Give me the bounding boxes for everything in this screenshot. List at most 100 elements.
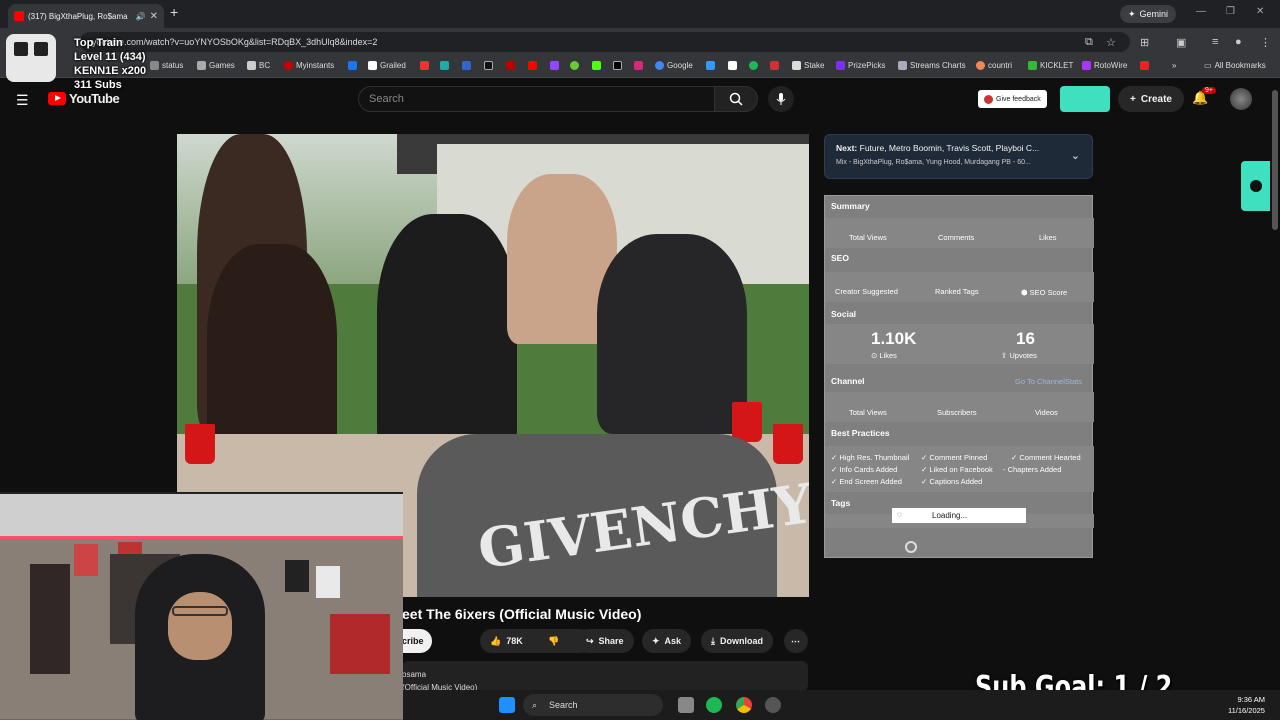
page-scrollbar[interactable] (1272, 90, 1278, 230)
bookmarks-bar: status Games BC Myinstants Grailed Googl… (0, 56, 1280, 78)
bookmark-icon-2[interactable] (440, 61, 449, 70)
bookmark-icon-6[interactable] (706, 61, 715, 70)
youtube-logo-text: YouTube (69, 91, 120, 106)
chrome-icon[interactable] (736, 697, 752, 713)
close-tab-icon[interactable]: ✕ (150, 11, 158, 22)
bookmark-prizepicks[interactable]: PrizePicks (836, 61, 885, 70)
bookmark-bc[interactable]: BC (247, 61, 270, 70)
maximize-icon[interactable]: ❐ (1226, 6, 1235, 17)
social-likes-label: ⊙ Likes (871, 351, 897, 360)
bookmark-spotify-icon[interactable] (749, 61, 758, 70)
bookmark-streams-charts[interactable]: Streams Charts (898, 61, 966, 70)
bookmark-myinstants[interactable]: Myinstants (284, 61, 334, 70)
browser-tab[interactable]: (317) BigXthaPlug, Ro$ama 🔊 ✕ (8, 4, 164, 28)
search-button[interactable] (714, 86, 758, 112)
go-to-channel-link[interactable]: Go To ChannelStats (1015, 377, 1082, 386)
obs-icon[interactable] (765, 697, 781, 713)
subscribers-label: Subscribers (937, 408, 977, 417)
new-tab-button[interactable]: + (170, 4, 178, 20)
close-window-icon[interactable]: ✕ (1256, 6, 1264, 17)
bookmark-countri[interactable]: countri (976, 61, 1012, 70)
menu-dots-icon[interactable]: ⋮ (1260, 36, 1271, 49)
feedback-icon (984, 94, 993, 104)
gemini-button[interactable]: ✦ Gemini (1120, 5, 1177, 23)
download-button[interactable]: ⤓ Download (701, 629, 773, 653)
clock-date: 11/16/2025 (1228, 706, 1265, 715)
bookmark-twitch-icon[interactable] (550, 61, 559, 70)
bookmark-icon-1[interactable] (420, 61, 429, 70)
bookmark-kick-icon[interactable] (592, 61, 601, 70)
give-feedback-button[interactable]: Give feedback (978, 90, 1047, 108)
bookmark-rotowire[interactable]: RotoWire (1082, 61, 1127, 70)
dislike-button[interactable]: 👎 (540, 629, 570, 653)
webcam-red-furniture (330, 614, 390, 674)
bookmark-status[interactable]: status (150, 61, 183, 70)
bookmark-grailed[interactable]: Grailed (368, 61, 406, 70)
bookmark-icon-7[interactable] (1140, 61, 1149, 70)
playlist-icon[interactable]: ≡ (1212, 36, 1218, 48)
chevron-down-icon[interactable]: ⌄ (1071, 149, 1080, 162)
youtube-logo[interactable]: YouTube (48, 91, 120, 106)
ask-button[interactable]: ✦ Ask (642, 629, 692, 653)
bookmark-facebook[interactable] (348, 61, 357, 70)
taskbar-search[interactable]: ⌕ Search (523, 694, 663, 716)
description-box[interactable]: osama (Official Music Video) (402, 661, 808, 692)
voice-search-button[interactable] (768, 86, 794, 112)
extensions-icon[interactable]: ⊞ (1140, 36, 1149, 49)
upvote-icon: ⇧ (1001, 351, 1008, 360)
search-input[interactable]: Search (358, 86, 715, 112)
webcam-glasses (172, 606, 228, 616)
bookmark-google[interactable]: Google (655, 61, 693, 70)
task-view-icon[interactable] (678, 697, 694, 713)
share-button[interactable]: ↪ Share (576, 629, 634, 653)
bookmark-stake[interactable]: Stake (792, 61, 824, 70)
red-cup (185, 424, 215, 464)
more-bookmarks-icon[interactable]: » (1172, 61, 1176, 70)
more-actions-button[interactable]: ⋯ (784, 629, 808, 653)
next-label: Next: (836, 143, 858, 153)
next-subtitle: Mix - BigXthaPlug, Ro$ama, Yung Hood, Mu… (836, 159, 1031, 166)
webcam-poster (316, 566, 340, 598)
ask-label: Ask (664, 636, 682, 646)
bookmark-instagram-icon[interactable] (634, 61, 643, 70)
subscribe-button[interactable]: cribe (402, 629, 432, 653)
windows-taskbar: ⌕ Search 9:36 AM 11/16/2025 (403, 690, 1280, 720)
hamburger-menu-icon[interactable]: ☰ (16, 92, 29, 109)
plus-icon: + (1130, 93, 1136, 105)
avatar[interactable] (1230, 88, 1252, 110)
more-dots-icon: ⋯ (791, 635, 800, 646)
address-bar[interactable]: youtube.com/watch?v=uoYNYOSbOKg&list=RDq… (80, 32, 1130, 52)
bookmark-star-icon[interactable]: ☆ (1106, 36, 1116, 49)
videos-label: Videos (1035, 408, 1058, 417)
screenshot-icon[interactable]: ⧉ (1085, 36, 1093, 49)
create-button[interactable]: + Create (1118, 86, 1184, 112)
taskbar-search-label: Search (549, 700, 578, 710)
bp-item: ✓ End Screen Added (831, 477, 902, 486)
bookmark-x-icon[interactable] (613, 61, 622, 70)
social-likes-value: 1.10K (871, 329, 917, 348)
seo-score-button[interactable]: ⬢ SEO Score (1021, 288, 1067, 297)
extension-toggle-button[interactable] (1060, 86, 1110, 112)
bookmark-rumble-icon[interactable] (570, 61, 579, 70)
start-windows-icon[interactable] (499, 697, 515, 713)
all-bookmarks[interactable]: ▭ All Bookmarks (1204, 61, 1266, 70)
bookmark-amazon-icon[interactable] (728, 61, 737, 70)
social-heading: Social (831, 309, 857, 319)
speaker-icon[interactable]: 🔊 (136, 12, 146, 21)
sidepanel-icon[interactable]: ▣ (1176, 36, 1186, 49)
profile-icon[interactable]: ● (1235, 36, 1242, 48)
bookmark-chart-icon[interactable] (770, 61, 779, 70)
taskbar-clock[interactable]: 9:36 AM 11/16/2025 (1228, 694, 1265, 716)
spotify-icon[interactable] (706, 697, 722, 713)
bookmark-icon-3[interactable] (462, 61, 471, 70)
bookmark-kicklet[interactable]: KICKLET (1028, 61, 1073, 70)
minimize-icon[interactable]: — (1196, 6, 1206, 17)
bookmark-icon-4[interactable] (484, 61, 493, 70)
bookmark-games[interactable]: Games (197, 61, 235, 70)
bookmark-youtube-icon[interactable] (528, 61, 537, 70)
extension-logo-icon (1249, 180, 1262, 192)
next-up-card[interactable]: Next: Future, Metro Boomin, Travis Scott… (824, 134, 1093, 179)
extension-side-tab[interactable] (1241, 161, 1270, 211)
bookmark-icon-5[interactable] (506, 61, 515, 70)
search-placeholder: Search (369, 93, 404, 105)
